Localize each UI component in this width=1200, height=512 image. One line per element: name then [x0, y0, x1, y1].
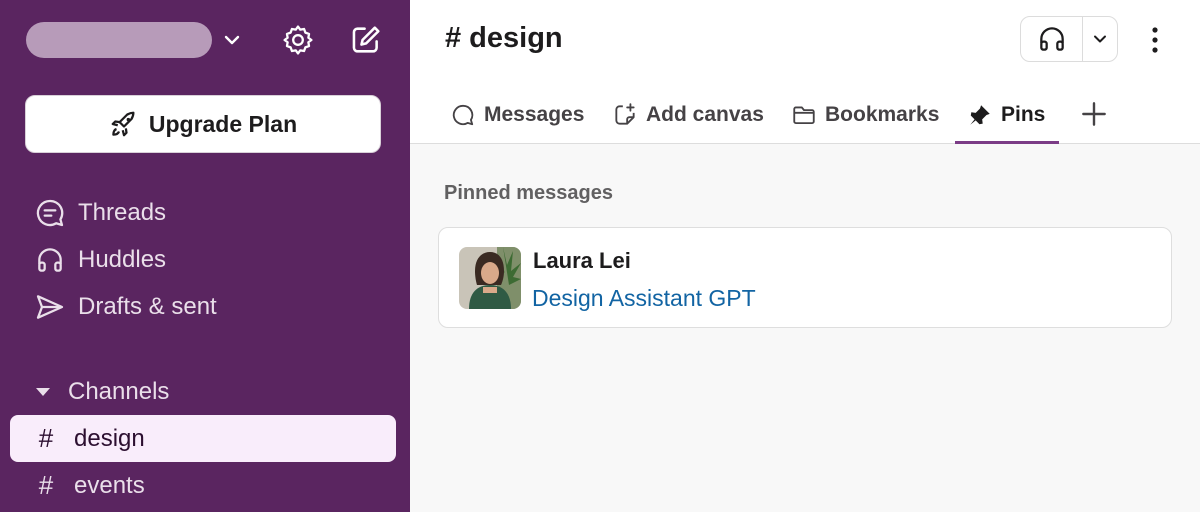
- sidebar-item-drafts-sent[interactable]: Drafts & sent: [34, 287, 217, 327]
- chevron-down-icon: [1094, 35, 1106, 43]
- sidebar: Upgrade Plan Threads Huddles Drafts & se…: [0, 0, 410, 512]
- pinned-message-card[interactable]: Laura Lei Design Assistant GPT: [438, 227, 1172, 328]
- huddle-options-dropdown[interactable]: [1083, 17, 1117, 61]
- upgrade-plan-label: Upgrade Plan: [148, 110, 298, 137]
- threads-icon: [36, 199, 64, 227]
- tab-label: Pins: [1001, 103, 1046, 126]
- channel-name: events: [74, 471, 145, 499]
- pin-message-link[interactable]: Design Assistant GPT: [532, 285, 756, 312]
- hash-icon: #: [38, 423, 54, 453]
- channel-view: # design Messages Add canvas Bookmarks P…: [410, 0, 1200, 512]
- canvas-icon: [615, 103, 635, 125]
- tab-label: Messages: [484, 103, 585, 126]
- channel-name: design: [74, 424, 145, 452]
- sidebar-item-label: Drafts & sent: [78, 293, 217, 320]
- tab-label: Add canvas: [646, 103, 764, 126]
- sidebar-item-label: Threads: [78, 199, 167, 226]
- headphones-icon: [38, 248, 62, 272]
- tab-pins[interactable]: Pins: [954, 90, 1060, 144]
- rocket-icon: [111, 111, 135, 137]
- kebab-icon: [1152, 27, 1158, 53]
- caret-down-icon: [36, 388, 50, 396]
- sidebar-item-threads[interactable]: Threads: [34, 193, 166, 233]
- avatar[interactable]: [459, 247, 521, 309]
- tab-label: Bookmarks: [825, 103, 940, 126]
- start-huddle-button[interactable]: [1021, 17, 1083, 61]
- pin-icon: [970, 105, 990, 125]
- pin-author[interactable]: Laura Lei: [533, 248, 631, 274]
- channel-tabs: Messages Add canvas Bookmarks Pins: [410, 90, 1200, 144]
- chevron-down-icon[interactable]: [220, 28, 244, 52]
- channel-title[interactable]: # design: [445, 22, 563, 55]
- workspace-name-button[interactable]: [26, 22, 212, 58]
- sidebar-item-label: Huddles: [78, 246, 167, 273]
- tab-add-canvas[interactable]: Add canvas: [612, 90, 764, 144]
- send-icon: [36, 295, 64, 319]
- add-tab-icon[interactable]: [1078, 98, 1110, 130]
- channel-header: # design Messages Add canvas Bookmarks P…: [410, 0, 1200, 144]
- huddle-control: [1020, 16, 1118, 62]
- compose-icon[interactable]: [349, 23, 383, 57]
- tab-messages[interactable]: Messages: [450, 90, 584, 144]
- more-options-button[interactable]: [1140, 20, 1170, 60]
- message-icon: [452, 104, 474, 126]
- sidebar-item-huddles[interactable]: Huddles: [34, 240, 166, 280]
- headphones-icon: [1039, 27, 1064, 51]
- pinned-messages-heading: Pinned messages: [444, 182, 613, 204]
- hash-icon: #: [38, 470, 54, 500]
- folder-icon: [793, 106, 815, 125]
- sidebar-channel-design[interactable]: # design: [10, 415, 396, 462]
- gear-icon[interactable]: [281, 23, 315, 57]
- sidebar-channel-events[interactable]: # events: [10, 462, 396, 509]
- channels-heading: Channels: [68, 378, 170, 405]
- avatar-photo: [459, 247, 521, 309]
- tab-bookmarks[interactable]: Bookmarks: [791, 90, 939, 144]
- channels-section-toggle[interactable]: Channels: [36, 372, 169, 412]
- upgrade-plan-button[interactable]: Upgrade Plan: [25, 95, 381, 153]
